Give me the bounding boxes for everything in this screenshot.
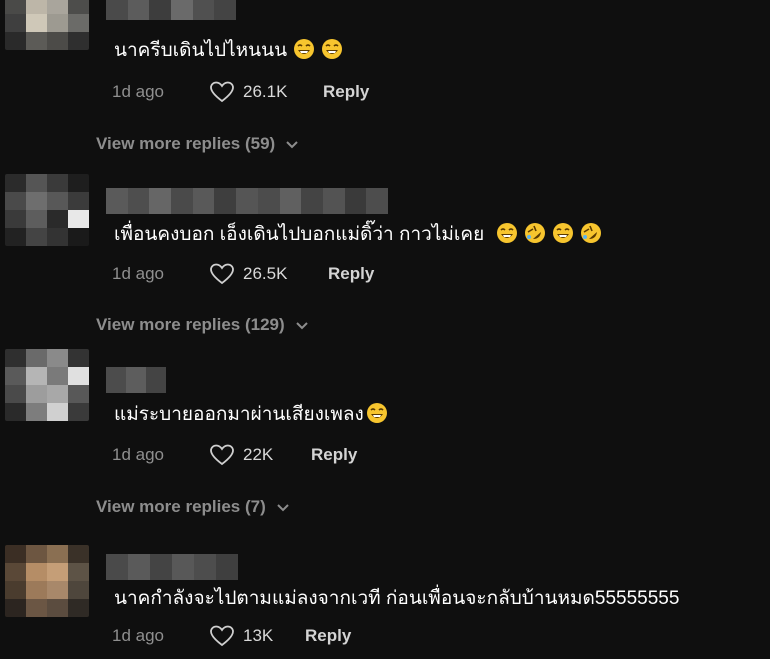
comment-meta: 1d ago 13K Reply (112, 624, 351, 648)
reply-button[interactable]: Reply (328, 262, 374, 286)
laughing-face-icon (497, 223, 518, 243)
view-more-label: View more replies (7) (96, 497, 266, 516)
view-more-replies-button[interactable]: View more replies (59) (96, 132, 299, 156)
comment-time: 1d ago (112, 82, 164, 101)
comment-time: 1d ago (112, 264, 164, 283)
comment-text: แม่ระบายออกมาผ่านเสียงเพลง (114, 402, 388, 428)
avatar[interactable] (5, 349, 89, 421)
comment-meta: 1d ago 22K Reply (112, 443, 357, 467)
username-blurred[interactable] (106, 554, 238, 580)
reply-button[interactable]: Reply (323, 80, 369, 104)
like-count: 13K (243, 626, 274, 645)
reply-button[interactable]: Reply (305, 624, 351, 648)
username-blurred[interactable] (106, 188, 388, 214)
avatar[interactable] (5, 545, 89, 617)
laughing-face-icon (294, 39, 315, 59)
rolling-laughing-face-icon (581, 223, 602, 243)
comment-text: เพื่อนคงบอก เอ็งเดินไปบอกแม่ดิ๊ว่า กาวไม… (114, 222, 602, 248)
laughing-face-icon (553, 223, 574, 243)
username-blurred[interactable] (106, 0, 236, 20)
comment-meta: 1d ago 26.1K Reply (112, 80, 369, 104)
comment-text: นาครีบเดินไปไหนนน (114, 38, 343, 64)
laughing-face-icon (322, 39, 343, 59)
heart-icon[interactable] (210, 444, 234, 466)
laughing-face-icon (366, 403, 387, 423)
chevron-down-icon (295, 322, 308, 330)
view-more-label: View more replies (59) (96, 134, 276, 153)
like-count: 22K (243, 445, 274, 464)
comment-text: นาคกำลังจะไปตามแม่ลงจากเวที ก่อนเพื่อนจะ… (114, 588, 680, 609)
heart-icon[interactable] (210, 263, 234, 285)
comments-panel: นาครีบเดินไปไหนนน 1d ago 26.1K Reply Vie… (0, 0, 770, 659)
heart-icon[interactable] (210, 625, 234, 647)
view-more-replies-button[interactable]: View more replies (129) (96, 313, 309, 337)
view-more-label: View more replies (129) (96, 315, 285, 334)
like-count: 26.5K (243, 264, 288, 283)
rolling-laughing-face-icon (525, 223, 546, 243)
comment-time: 1d ago (112, 626, 164, 645)
avatar[interactable] (5, 174, 89, 246)
view-more-replies-button[interactable]: View more replies (7) (96, 495, 290, 519)
like-count: 26.1K (243, 82, 288, 101)
chevron-down-icon (277, 504, 289, 512)
avatar[interactable] (5, 0, 89, 50)
reply-button[interactable]: Reply (311, 443, 357, 467)
comment-time: 1d ago (112, 445, 164, 464)
heart-icon[interactable] (210, 81, 234, 103)
comment-meta: 1d ago 26.5K Reply (112, 262, 374, 286)
chevron-down-icon (286, 141, 298, 149)
username-blurred[interactable] (106, 367, 166, 393)
